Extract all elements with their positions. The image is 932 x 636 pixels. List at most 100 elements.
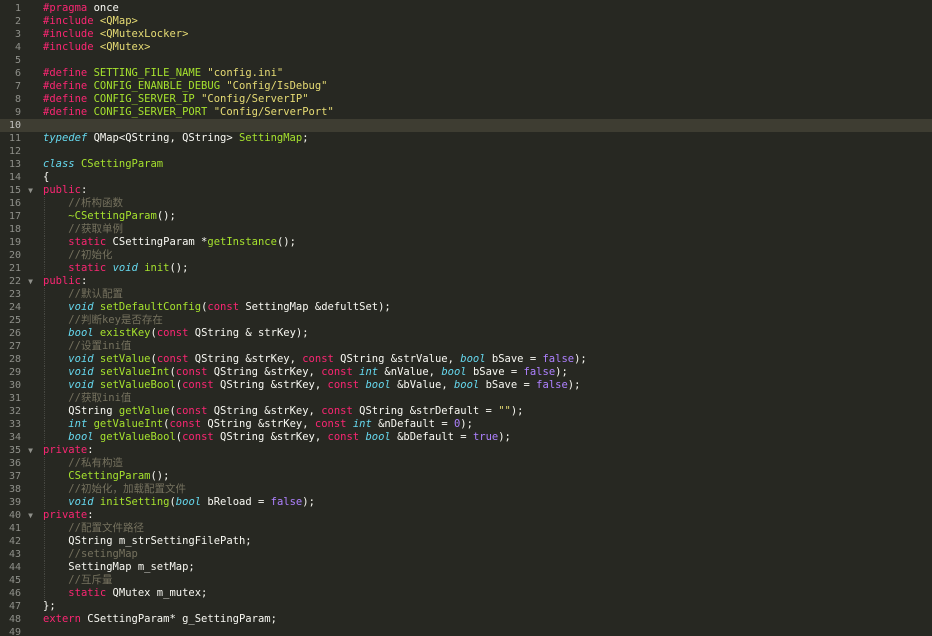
code-line[interactable]: private: xyxy=(37,509,932,522)
code-line[interactable]: private: xyxy=(37,444,932,457)
code-token: #define xyxy=(43,93,88,105)
code-token: void xyxy=(112,262,138,274)
code-area[interactable]: #pragma once #include <QMap> #include <QMu… xyxy=(37,0,932,636)
code-token: QString &strDefault = xyxy=(352,405,499,417)
code-line[interactable] xyxy=(37,145,932,158)
code-line[interactable]: //互斥量 xyxy=(37,574,932,587)
code-line[interactable]: #define SETTING_FILE_NAME "config.ini" xyxy=(37,67,932,80)
code-line[interactable] xyxy=(37,626,932,636)
line-number-row: 49 xyxy=(0,626,37,636)
code-line[interactable]: public: xyxy=(37,275,932,288)
line-number: 37 xyxy=(8,471,21,482)
code-line[interactable]: #include <QMutex> xyxy=(37,41,932,54)
line-number: 39 xyxy=(8,497,21,508)
code-token: //获取单例 xyxy=(68,223,123,235)
line-number-gutter[interactable]: 1 2 3 4 5 6 7 8 9 10 11 12 13 14 15 ▼ 16 17 18 19 20 21 22 ▼ 23 2… xyxy=(0,0,37,636)
indent-guide xyxy=(44,379,45,392)
code-line[interactable]: //获取ini值 xyxy=(37,392,932,405)
code-line[interactable]: //默认配置 xyxy=(37,288,932,301)
fold-arrow-icon[interactable]: ▼ xyxy=(28,444,33,457)
line-number-row: 19 xyxy=(0,236,37,249)
code-token: QString &strKey, xyxy=(207,405,322,417)
code-line[interactable]: static CSettingParam *getInstance(); xyxy=(37,236,932,249)
code-line[interactable]: #define CONFIG_SERVER_IP "Config/ServerI… xyxy=(37,93,932,106)
line-number-row: 1 xyxy=(0,2,37,15)
indent-guide xyxy=(44,249,45,262)
code-line[interactable]: //获取单例 xyxy=(37,223,932,236)
indent-guide xyxy=(44,431,45,444)
code-token: false xyxy=(536,379,568,391)
code-line[interactable]: //setingMap xyxy=(37,548,932,561)
code-token: bReload = xyxy=(201,496,271,508)
code-line[interactable]: QString m_strSettingFilePath; xyxy=(37,535,932,548)
code-line[interactable]: typedef QMap<QString, QString> SettingMa… xyxy=(37,132,932,145)
line-number-row: 41 xyxy=(0,522,37,535)
code-line[interactable]: void setValue(const QString &strKey, con… xyxy=(37,353,932,366)
code-line[interactable]: #pragma once xyxy=(37,2,932,15)
code-line[interactable]: //初始化 xyxy=(37,249,932,262)
code-line[interactable]: #define CONFIG_SERVER_PORT "Config/Serve… xyxy=(37,106,932,119)
code-line[interactable]: extern CSettingParam* g_SettingParam; xyxy=(37,613,932,626)
code-token: CONFIG_SERVER_IP xyxy=(93,93,195,105)
code-line[interactable]: //设置ini值 xyxy=(37,340,932,353)
code-token: bool xyxy=(365,379,391,391)
code-token: #define xyxy=(43,67,88,79)
code-line[interactable]: void initSetting(bool bReload = false); xyxy=(37,496,932,509)
code-line[interactable]: CSettingParam(); xyxy=(37,470,932,483)
code-token: void xyxy=(68,496,94,508)
code-token: &nValue, xyxy=(378,366,442,378)
code-token: QString &strKey, xyxy=(213,379,328,391)
code-line[interactable]: //私有构造 xyxy=(37,457,932,470)
code-token: getValueBool xyxy=(99,431,176,443)
code-line[interactable]: #define CONFIG_ENANBLE_DEBUG "Config/IsD… xyxy=(37,80,932,93)
code-token: initSetting xyxy=(99,496,170,508)
code-token: SETTING_FILE_NAME xyxy=(93,67,202,79)
code-line[interactable]: #include <QMap> xyxy=(37,15,932,28)
code-line[interactable]: //初始化，加载配置文件 xyxy=(37,483,932,496)
indent-guide xyxy=(44,535,45,548)
code-line[interactable]: void setValueBool(const QString &strKey,… xyxy=(37,379,932,392)
line-number-row: 27 xyxy=(0,340,37,353)
fold-arrow-icon[interactable]: ▼ xyxy=(28,184,33,197)
code-token: #include xyxy=(43,28,94,40)
code-line[interactable]: void setDefaultConfig(const SettingMap &… xyxy=(37,301,932,314)
line-number-row: 36 xyxy=(0,457,37,470)
code-line[interactable]: static QMutex m_mutex; xyxy=(37,587,932,600)
code-line[interactable]: { xyxy=(37,171,932,184)
code-line[interactable]: #include <QMutexLocker> xyxy=(37,28,932,41)
line-number-row: 47 xyxy=(0,600,37,613)
code-line[interactable]: }; xyxy=(37,600,932,613)
code-line[interactable]: //判断key是否存在 xyxy=(37,314,932,327)
code-line[interactable] xyxy=(37,119,932,132)
code-line[interactable]: public: xyxy=(37,184,932,197)
code-token: false xyxy=(523,366,556,378)
code-token: ); xyxy=(302,496,315,508)
code-line[interactable]: QString getValue(const QString &strKey, … xyxy=(37,405,932,418)
code-token: //判断key是否存在 xyxy=(68,314,163,326)
line-number: 16 xyxy=(8,198,21,209)
code-line[interactable]: bool existKey(const QString & strKey); xyxy=(37,327,932,340)
code-line[interactable]: SettingMap m_setMap; xyxy=(37,561,932,574)
code-token: "config.ini" xyxy=(207,67,284,79)
code-token: #define xyxy=(43,80,88,92)
fold-arrow-icon[interactable]: ▼ xyxy=(28,509,33,522)
code-line[interactable]: int getValueInt(const QString &strKey, c… xyxy=(37,418,932,431)
code-editor[interactable]: 1 2 3 4 5 6 7 8 9 10 11 12 13 14 15 ▼ 16 17 18 19 20 21 22 ▼ 23 2… xyxy=(0,0,932,636)
fold-arrow-icon[interactable]: ▼ xyxy=(28,275,33,288)
code-line[interactable]: //析构函数 xyxy=(37,197,932,210)
code-line[interactable] xyxy=(37,54,932,67)
indent-guide xyxy=(44,548,45,561)
code-line[interactable]: class CSettingParam xyxy=(37,158,932,171)
code-token: #include xyxy=(43,15,94,27)
code-token: ~CSettingParam xyxy=(68,210,157,222)
code-line[interactable]: ~CSettingParam(); xyxy=(37,210,932,223)
code-line[interactable]: bool getValueBool(const QString &strKey,… xyxy=(37,431,932,444)
code-line[interactable]: static void init(); xyxy=(37,262,932,275)
code-line[interactable]: void setValueInt(const QString &strKey, … xyxy=(37,366,932,379)
code-line[interactable]: //配置文件路径 xyxy=(37,522,932,535)
indent-guide xyxy=(44,392,45,405)
